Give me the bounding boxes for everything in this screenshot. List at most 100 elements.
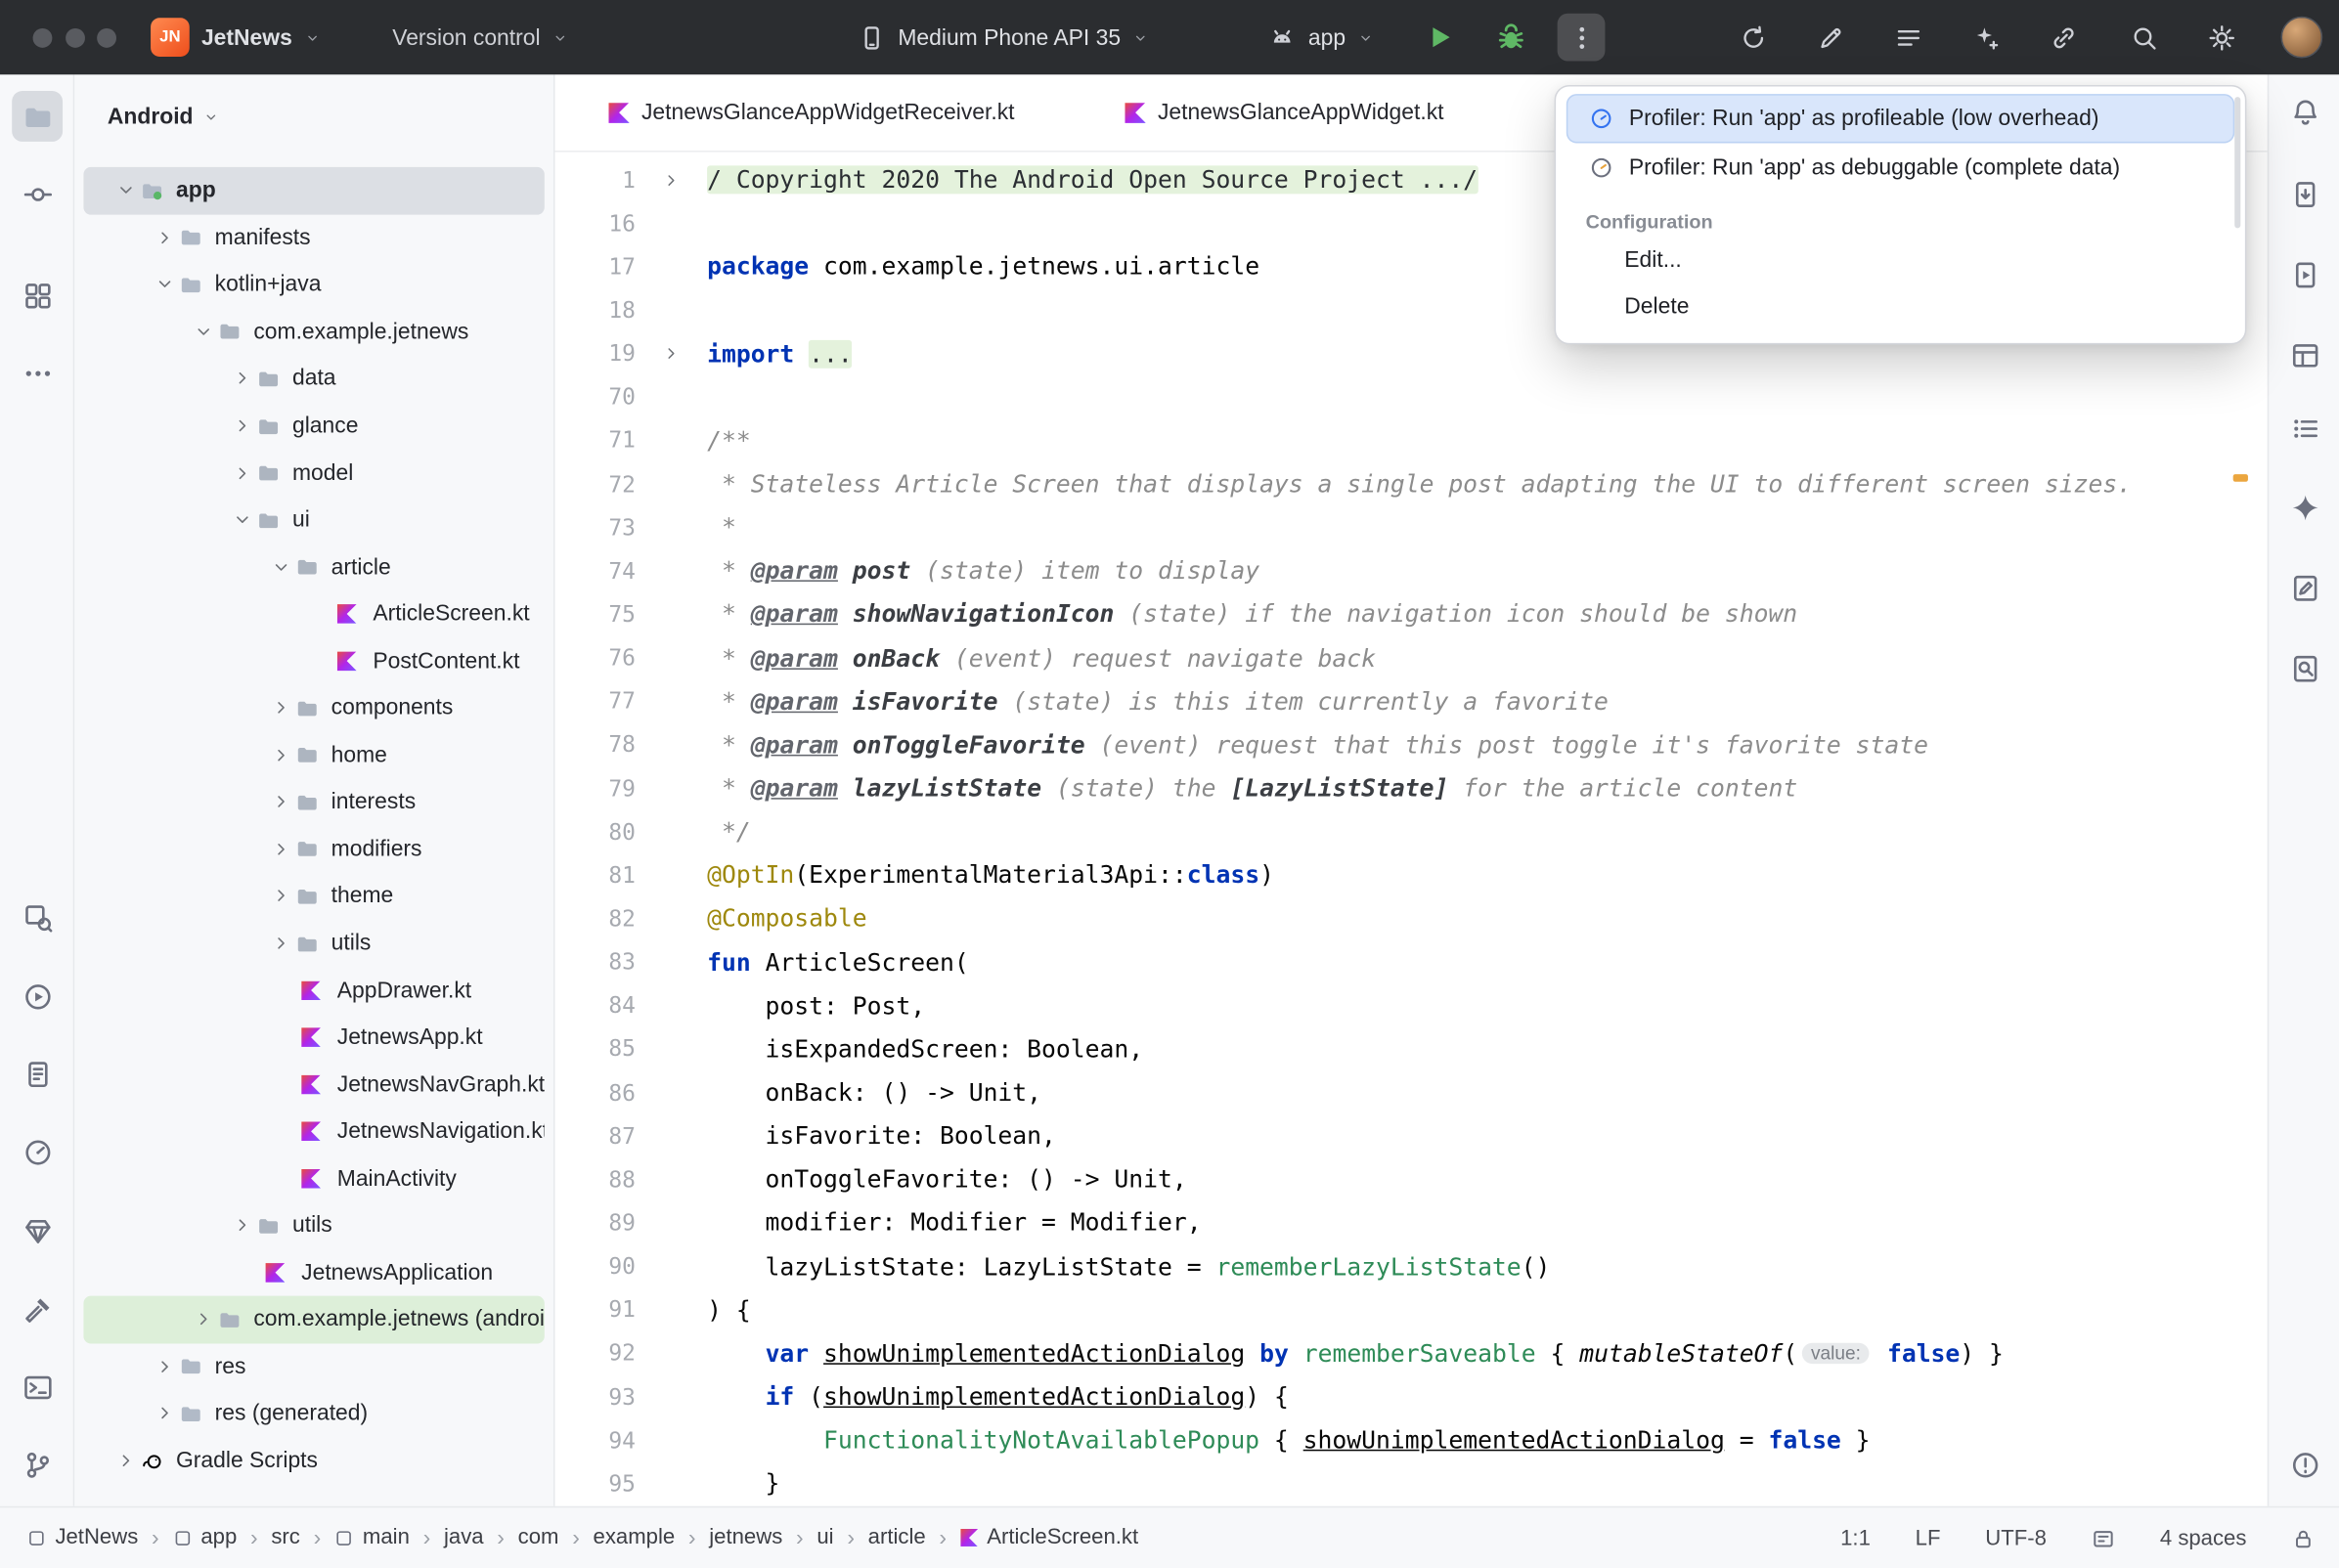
tree-item[interactable]: Gradle Scripts <box>83 1437 544 1484</box>
line-number[interactable]: 18 <box>554 297 635 324</box>
popup-item[interactable]: Profiler: Run 'app' as profileable (low … <box>1567 94 2234 143</box>
breadcrumb-item[interactable]: example <box>594 1526 676 1549</box>
line-number[interactable]: 72 <box>554 470 635 497</box>
code-line[interactable]: 70 <box>554 375 2267 418</box>
tree-item[interactable]: JetnewsNavGraph.kt <box>83 1061 544 1108</box>
code-line[interactable]: 77 * @param isFavorite (state) is this i… <box>554 679 2267 722</box>
tree-item[interactable]: ui <box>83 497 544 544</box>
popup-item[interactable]: Profiler: Run 'app' as debuggable (compl… <box>1567 143 2234 192</box>
indent-options-icon[interactable] <box>2092 1527 2115 1550</box>
chevron-right-icon[interactable] <box>266 840 296 859</box>
line-number[interactable]: 17 <box>554 253 635 280</box>
line-number[interactable]: 79 <box>554 775 635 802</box>
window-controls[interactable] <box>33 27 116 47</box>
find-tool-button[interactable] <box>2279 642 2330 693</box>
code-line[interactable]: 71/** <box>554 418 2267 461</box>
resource-manager-tool-button[interactable] <box>12 270 63 321</box>
code-line[interactable]: 78 * @param onToggleFavorite (event) req… <box>554 723 2267 766</box>
project-widget[interactable]: JN JetNews <box>151 0 321 74</box>
tree-item[interactable]: app <box>83 167 544 214</box>
line-number[interactable]: 87 <box>554 1122 635 1149</box>
device-selector[interactable]: Medium Phone API 35 <box>858 0 1149 74</box>
close-window-button[interactable] <box>33 27 53 47</box>
problems-tool-button[interactable] <box>2279 1439 2330 1490</box>
tree-item[interactable]: JetnewsNavigation.kt <box>83 1108 544 1154</box>
code-line[interactable]: 81@OptIn(ExperimentalMaterial3Api::class… <box>554 853 2267 896</box>
chevron-right-icon[interactable] <box>266 793 296 812</box>
code-line[interactable]: 74 * @param post (state) item to display <box>554 549 2267 592</box>
chevron-right-icon[interactable] <box>110 1451 141 1470</box>
chevron-right-icon[interactable] <box>227 463 257 483</box>
line-number[interactable]: 16 <box>554 210 635 237</box>
chevron-down-icon[interactable] <box>227 510 257 530</box>
vcs-widget[interactable]: Version control <box>392 0 568 74</box>
code-line[interactable]: 86 onBack: () -> Unit, <box>554 1070 2267 1113</box>
chevron-right-icon[interactable] <box>227 369 257 388</box>
indent-widget[interactable]: 4 spaces <box>2160 1527 2247 1550</box>
tree-item[interactable]: home <box>83 731 544 778</box>
code-assist-button[interactable] <box>1814 21 1847 54</box>
line-number[interactable]: 91 <box>554 1296 635 1323</box>
chevron-down-icon[interactable] <box>266 557 296 577</box>
line-number[interactable]: 76 <box>554 644 635 671</box>
logcat-tool-button[interactable] <box>12 1048 63 1099</box>
project-view-selector[interactable]: Android <box>108 105 219 130</box>
search-everywhere-button[interactable] <box>2127 21 2160 54</box>
code-line[interactable]: 73 * <box>554 505 2267 548</box>
tree-item[interactable]: modifiers <box>83 826 544 873</box>
line-number[interactable]: 84 <box>554 992 635 1019</box>
code-line[interactable]: 80 */ <box>554 810 2267 853</box>
chevron-right-icon[interactable] <box>266 698 296 718</box>
encoding-widget[interactable]: UTF-8 <box>1985 1527 2047 1550</box>
tree-item[interactable]: com.example.jetnews <box>83 308 544 355</box>
code-line[interactable]: 94 FunctionalityNotAvailablePopup { show… <box>554 1418 2267 1461</box>
code-line[interactable]: 95 } <box>554 1461 2267 1504</box>
line-number[interactable]: 71 <box>554 427 635 454</box>
code-line[interactable]: 79 * @param lazyListState (state) the [L… <box>554 766 2267 809</box>
line-number[interactable]: 82 <box>554 905 635 932</box>
tree-item[interactable]: glance <box>83 402 544 449</box>
line-number[interactable]: 78 <box>554 731 635 758</box>
tree-item[interactable]: utils <box>83 1202 544 1249</box>
breadcrumb-item[interactable]: article <box>868 1526 926 1549</box>
chevron-down-icon[interactable] <box>150 275 180 294</box>
breadcrumb-item[interactable]: com <box>518 1526 559 1549</box>
breadcrumb-item[interactable]: app <box>172 1526 237 1549</box>
line-number[interactable]: 19 <box>554 340 635 367</box>
line-number[interactable]: 77 <box>554 688 635 715</box>
tree-item[interactable]: data <box>83 355 544 402</box>
chevron-down-icon[interactable] <box>110 181 141 200</box>
line-number[interactable]: 83 <box>554 948 635 975</box>
tree-item[interactable]: kotlin+java <box>83 261 544 308</box>
run-configuration-selector[interactable]: app <box>1268 0 1374 74</box>
more-tool-windows-button[interactable] <box>12 347 63 398</box>
popup-action[interactable]: Delete <box>1567 283 2234 329</box>
line-number[interactable]: 94 <box>554 1426 635 1453</box>
code-line[interactable]: 87 isFavorite: Boolean, <box>554 1114 2267 1157</box>
share-link-button[interactable] <box>2047 21 2080 54</box>
breadcrumb-item[interactable]: java <box>444 1526 484 1549</box>
device-file-explorer-tool-button[interactable] <box>2279 562 2330 613</box>
code-line[interactable]: 75 * @param showNavigationIcon (state) i… <box>554 592 2267 635</box>
tree-item[interactable]: PostContent.kt <box>83 637 544 684</box>
caret-position-widget[interactable]: 1:1 <box>1840 1527 1871 1550</box>
file-lock-icon[interactable] <box>2291 1527 2315 1550</box>
line-number[interactable]: 75 <box>554 601 635 628</box>
line-number[interactable]: 74 <box>554 557 635 584</box>
code-line[interactable]: 76 * @param onBack (event) request navig… <box>554 636 2267 679</box>
chevron-right-icon[interactable] <box>266 745 296 764</box>
settings-button[interactable] <box>2205 21 2238 54</box>
line-number[interactable]: 90 <box>554 1253 635 1280</box>
tree-item[interactable]: MainActivity <box>83 1154 544 1201</box>
code-line[interactable]: 84 post: Post, <box>554 983 2267 1026</box>
tree-item[interactable]: components <box>83 684 544 731</box>
run-tool-button[interactable] <box>12 971 63 1022</box>
chevron-right-icon[interactable] <box>227 416 257 436</box>
project-tool-button[interactable] <box>12 91 63 142</box>
chevron-right-icon[interactable] <box>150 1357 180 1376</box>
terminal-tool-button[interactable] <box>12 1362 63 1413</box>
line-number[interactable]: 70 <box>554 383 635 410</box>
code-line[interactable]: 93 if (showUnimplementedActionDialog) { <box>554 1374 2267 1417</box>
structure-tool-button[interactable] <box>2279 403 2330 454</box>
code-line[interactable]: 82@Composable <box>554 896 2267 939</box>
